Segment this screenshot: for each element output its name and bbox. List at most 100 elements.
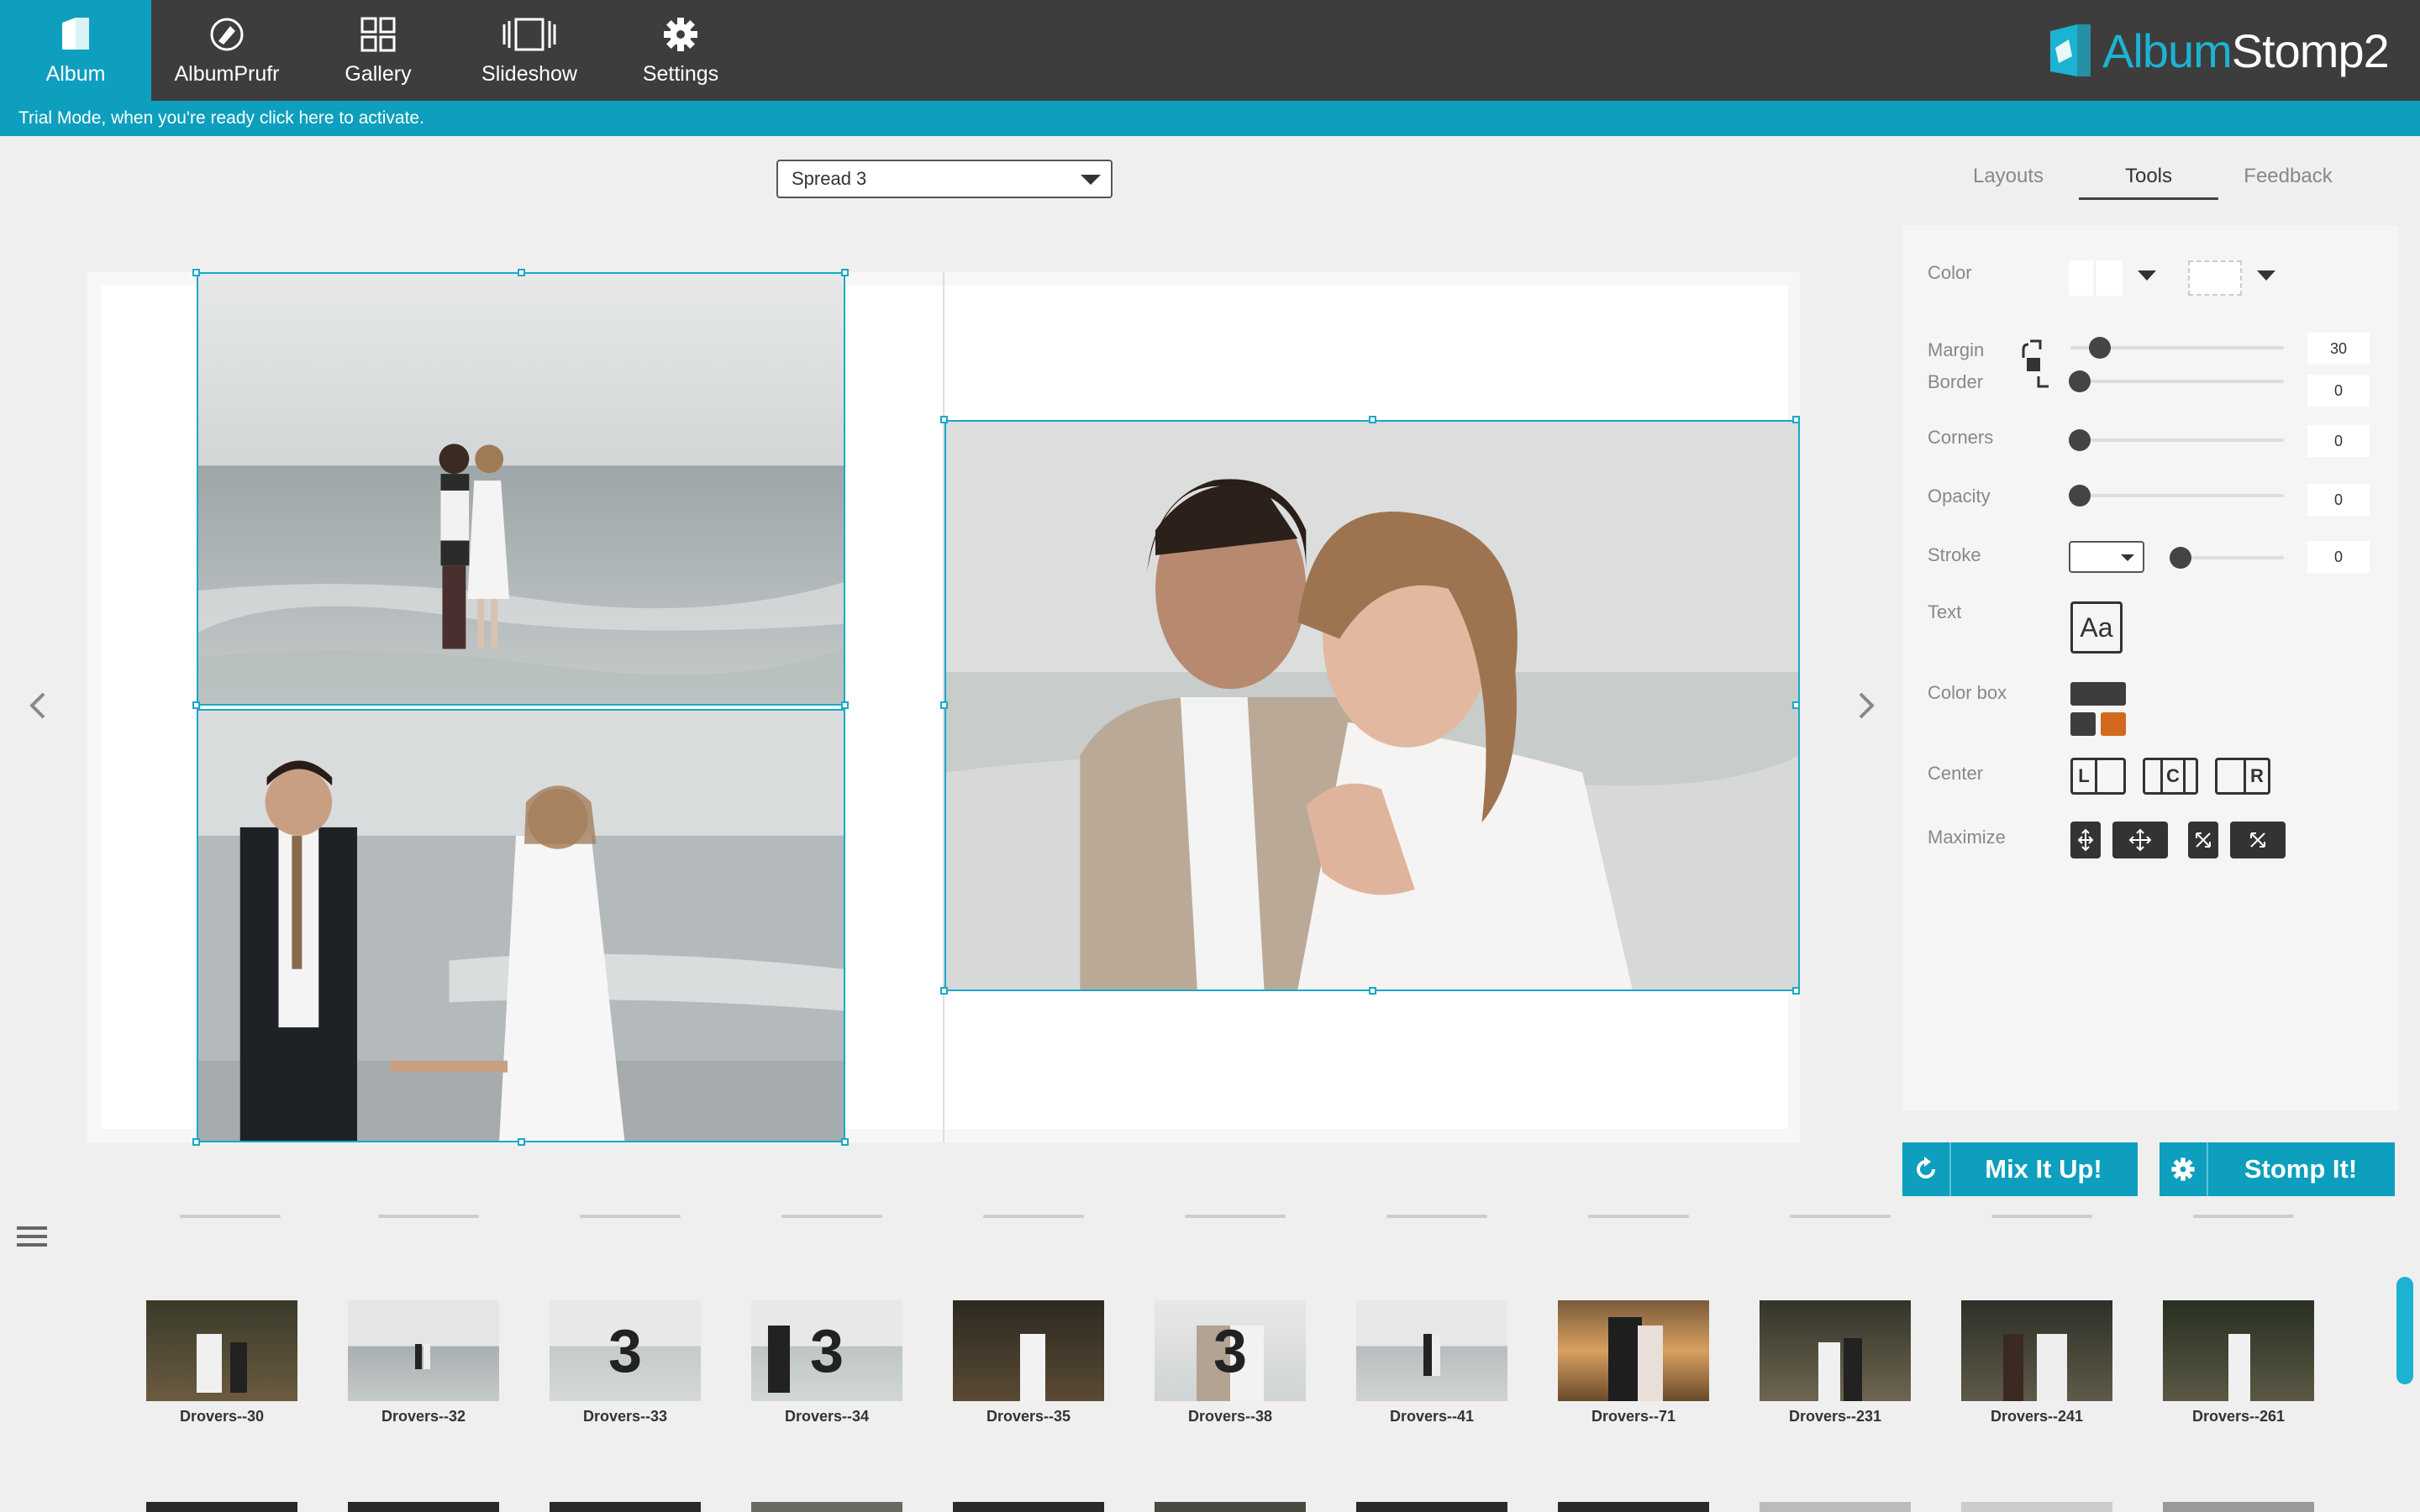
resize-handle[interactable] <box>940 701 948 709</box>
corners-value-input[interactable]: 0 <box>2307 425 2370 457</box>
mix-it-up-button[interactable]: Mix It Up! <box>1902 1142 2138 1196</box>
colorbox-dark-button[interactable] <box>2070 712 2096 736</box>
thumbnail-item[interactable]: Drovers--32 <box>348 1300 499 1425</box>
thumbnail-item[interactable]: 3 Drovers--33 <box>550 1300 701 1425</box>
resize-handle[interactable] <box>1369 987 1376 995</box>
thumbnail-item[interactable]: Drovers--35 <box>953 1300 1104 1425</box>
thumbnail-item[interactable] <box>1760 1502 1911 1512</box>
thumbnail-item[interactable] <box>2163 1502 2314 1512</box>
colorbox-orange-button[interactable] <box>2101 712 2126 736</box>
resize-handle[interactable] <box>192 701 200 709</box>
opacity-slider-knob[interactable] <box>2069 485 2091 507</box>
thumbnail-item[interactable]: 3 Drovers--38 <box>1155 1300 1306 1425</box>
nav-album[interactable]: Album <box>0 0 151 101</box>
resize-handle[interactable] <box>192 1138 200 1146</box>
opacity-slider-track[interactable] <box>2070 494 2284 497</box>
spread-select-value: Spread 3 <box>792 168 867 189</box>
mix-it-up-label: Mix It Up! <box>1985 1154 2102 1184</box>
border-value-input[interactable]: 0 <box>2307 375 2370 407</box>
thumbnail-item[interactable]: Drovers--30 <box>146 1300 297 1425</box>
hamburger-menu-icon[interactable] <box>17 1225 47 1248</box>
center-center-button[interactable]: C <box>2143 758 2198 795</box>
background-chevron-down-icon[interactable] <box>2255 269 2277 282</box>
stroke-value-input[interactable]: 0 <box>2307 541 2370 573</box>
thumbnail-image <box>1558 1300 1709 1401</box>
trial-mode-banner[interactable]: Trial Mode, when you're ready click here… <box>0 101 2420 136</box>
used-count-badge: 3 <box>608 1318 643 1385</box>
thumbnail-item[interactable] <box>348 1502 499 1512</box>
corners-slider-track[interactable] <box>2070 438 2284 442</box>
add-text-button[interactable]: Aa <box>2070 601 2123 654</box>
color-swatch[interactable] <box>2069 260 2123 296</box>
resize-handle[interactable] <box>518 269 525 276</box>
border-label: Border <box>1928 371 1984 392</box>
opacity-value-input[interactable]: 0 <box>2307 484 2370 516</box>
nav-album-label: Album <box>45 62 106 86</box>
thumbnail-caption: Drovers--33 <box>582 1408 668 1425</box>
center-left-label: L <box>2073 760 2097 792</box>
thumbnail-item[interactable]: Drovers--231 <box>1760 1300 1911 1425</box>
thumbnail-item[interactable] <box>1558 1502 1709 1512</box>
center-right-button[interactable]: R <box>2215 758 2270 795</box>
resize-handle[interactable] <box>841 269 849 276</box>
thumbnail-item[interactable]: Drovers--241 <box>1961 1300 2112 1425</box>
tab-tools[interactable]: Tools <box>2079 160 2218 200</box>
unlock-link-icon[interactable] <box>2015 339 2050 388</box>
border-slider-track[interactable] <box>2070 380 2284 383</box>
nav-albumprufr[interactable]: AlbumPrufr <box>151 0 302 101</box>
center-left-button[interactable]: L <box>2070 758 2126 795</box>
resize-handle[interactable] <box>841 1138 849 1146</box>
colorbox-wide-button[interactable] <box>2070 682 2126 706</box>
margin-slider-knob[interactable] <box>2089 337 2111 359</box>
resize-handle[interactable] <box>1369 416 1376 423</box>
resize-handle[interactable] <box>940 416 948 423</box>
resize-handle[interactable] <box>841 701 849 709</box>
photo-frame-bottom-left[interactable] <box>197 709 845 1142</box>
photo-frame-top-left[interactable] <box>197 272 845 706</box>
background-color-swatch[interactable] <box>2188 260 2242 296</box>
maximize-fill-height-icon[interactable] <box>2070 822 2101 858</box>
nav-settings[interactable]: Settings <box>605 0 756 101</box>
color-chevron-down-icon[interactable] <box>2136 269 2158 282</box>
thumbnail-item[interactable] <box>1155 1502 1306 1512</box>
thumbnail-caption: Drovers--38 <box>1187 1408 1273 1425</box>
stroke-style-select[interactable] <box>2069 541 2144 573</box>
maximize-fill-width-icon[interactable] <box>2112 822 2168 858</box>
resize-handle[interactable] <box>1792 987 1800 995</box>
maximize-expand-wide-icon[interactable] <box>2230 822 2286 858</box>
album-spread-canvas <box>87 269 1800 1146</box>
resize-handle[interactable] <box>940 987 948 995</box>
photo-frame-right[interactable] <box>944 420 1800 991</box>
next-spread-arrow-icon[interactable] <box>1849 689 1882 722</box>
thumbnail-item[interactable]: Drovers--261 <box>2163 1300 2314 1425</box>
thumbnail-item[interactable]: Drovers--71 <box>1558 1300 1709 1425</box>
stomp-it-button[interactable]: Stomp It! <box>2160 1142 2395 1196</box>
thumbnail-item[interactable] <box>1356 1502 1507 1512</box>
resize-handle[interactable] <box>518 1138 525 1146</box>
corners-slider-knob[interactable] <box>2069 429 2091 451</box>
filmstrip-scrollbar[interactable] <box>2396 1277 2413 1384</box>
thumbnail-item[interactable]: Drovers--41 <box>1356 1300 1507 1425</box>
border-slider-knob[interactable] <box>2069 370 2091 392</box>
nav-gallery[interactable]: Gallery <box>302 0 454 101</box>
tab-feedback[interactable]: Feedback <box>2218 160 2358 200</box>
gear-icon <box>605 15 756 54</box>
thumbnail-item[interactable] <box>550 1502 701 1512</box>
thumbnail-item[interactable] <box>751 1502 902 1512</box>
thumbnail-item[interactable]: 3 Drovers--34 <box>751 1300 902 1425</box>
stomp-it-label: Stomp It! <box>2244 1154 2358 1184</box>
margin-value-input[interactable]: 30 <box>2307 333 2370 365</box>
resize-handle[interactable] <box>1792 416 1800 423</box>
stroke-slider-knob[interactable] <box>2170 547 2191 569</box>
resize-handle[interactable] <box>192 269 200 276</box>
nav-slideshow[interactable]: Slideshow <box>454 0 605 101</box>
resize-handle[interactable] <box>1792 701 1800 709</box>
spread-select[interactable]: Spread 3 <box>776 160 1113 198</box>
tab-layouts[interactable]: Layouts <box>1933 160 2084 200</box>
thumbnail-item[interactable] <box>953 1502 1104 1512</box>
thumbnail-item[interactable] <box>1961 1502 2112 1512</box>
previous-spread-arrow-icon[interactable] <box>22 689 55 722</box>
thumbnail-item[interactable] <box>146 1502 297 1512</box>
margin-label: Margin <box>1928 339 1985 360</box>
maximize-expand-icon[interactable] <box>2188 822 2218 858</box>
